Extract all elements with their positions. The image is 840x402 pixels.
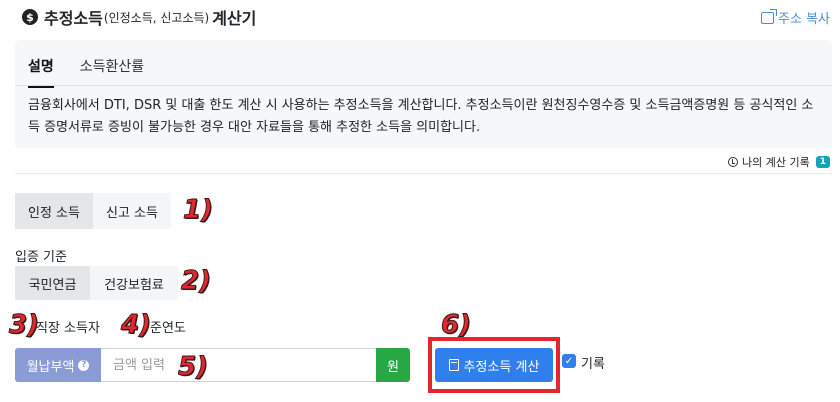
annotation-3: 3) bbox=[9, 310, 40, 340]
basis-health-insurance-button[interactable]: 건강보험료 bbox=[90, 266, 178, 300]
basis-toggle: 국민연금 건강보험료 bbox=[15, 266, 178, 300]
base-year-label: 준연도 bbox=[150, 321, 186, 336]
income-type-toggle: 인정 소득 신고 소득 bbox=[15, 193, 171, 229]
calculate-button[interactable]: 추정소득 계산 bbox=[435, 348, 553, 382]
income-type-reported-button[interactable]: 신고 소득 bbox=[93, 193, 171, 229]
monthly-payment-label: 월납부액 bbox=[26, 359, 75, 375]
description-text: 금융회사에서 DTI, DSR 및 대출 한도 계산 시 사용하는 추정소득을 … bbox=[28, 98, 814, 135]
income-type-recognized-button[interactable]: 인정 소득 bbox=[15, 193, 93, 229]
tabs-divider bbox=[15, 85, 832, 86]
record-label: 기록 bbox=[581, 357, 605, 372]
basis-pension-button[interactable]: 국민연금 bbox=[15, 266, 90, 300]
copy-address-link[interactable]: 주소 복사 bbox=[761, 8, 830, 27]
title-main: 추정소득 bbox=[44, 9, 103, 28]
employee-label: 직장 소득자 bbox=[36, 321, 100, 336]
help-icon: ? bbox=[78, 359, 90, 371]
tab-conversion-rate[interactable]: 소득환산률 bbox=[80, 56, 144, 88]
annotation-2: 2) bbox=[181, 266, 212, 296]
info-tabs: 설명 소득환산률 bbox=[28, 56, 144, 88]
currency-unit: 원 bbox=[376, 348, 410, 382]
section-divider bbox=[15, 173, 832, 174]
monthly-payment-prefix[interactable]: 월납부액 ? bbox=[15, 348, 101, 382]
amount-input-group: 월납부액 ? 원 bbox=[15, 348, 410, 382]
tab-description[interactable]: 설명 bbox=[28, 56, 54, 88]
record-checkbox[interactable]: ✓ bbox=[562, 354, 576, 368]
annotation-6: 6) bbox=[441, 310, 472, 340]
calculator-icon bbox=[448, 359, 459, 371]
annotation-4: 4) bbox=[121, 310, 152, 340]
annotation-1: 1) bbox=[183, 195, 214, 225]
history-icon bbox=[728, 157, 739, 167]
page-title: $ 추정소득 (인정소득, 신고소득) 계산기 bbox=[22, 5, 256, 29]
dollar-coin-icon: $ bbox=[22, 9, 38, 25]
amount-input[interactable] bbox=[101, 348, 376, 382]
title-tail: 계산기 bbox=[212, 9, 257, 28]
share-icon bbox=[761, 8, 778, 24]
annotation-5: 5) bbox=[178, 352, 209, 382]
history-count-badge: 1 bbox=[815, 156, 830, 168]
history-label: 나의 계산 기록 bbox=[742, 156, 810, 169]
calc-history-link[interactable]: 나의 계산 기록 1 bbox=[728, 154, 830, 170]
copy-address-label: 주소 복사 bbox=[778, 12, 830, 27]
title-sub: (인정소득, 신고소득) bbox=[103, 10, 210, 25]
info-card: 설명 소득환산률 금융회사에서 DTI, DSR 및 대출 한도 계산 시 사용… bbox=[15, 40, 832, 148]
basis-label: 입증 기준 bbox=[15, 250, 67, 265]
calculate-button-label: 추정소득 계산 bbox=[463, 359, 540, 375]
